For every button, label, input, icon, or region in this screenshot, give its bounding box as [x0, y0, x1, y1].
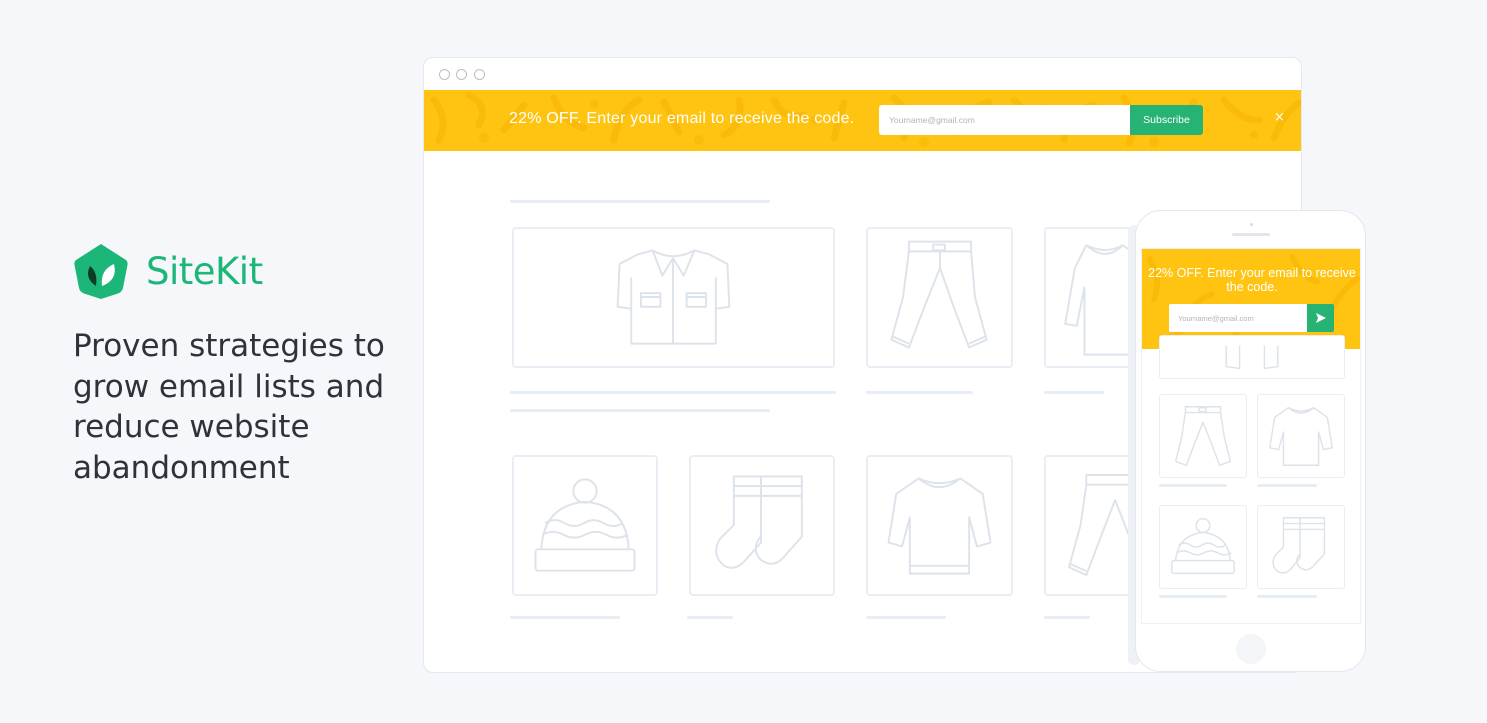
- mobile-promo-text: 22% OFF. Enter your email to receive the…: [1148, 266, 1356, 294]
- speaker-icon: [1232, 233, 1270, 236]
- product-card[interactable]: [689, 455, 835, 596]
- mobile-email-input[interactable]: [1169, 304, 1307, 332]
- pants-icon: [1225, 345, 1279, 370]
- product-card[interactable]: [512, 227, 835, 368]
- skeleton-line: [1257, 595, 1317, 598]
- skeleton-line: [510, 391, 836, 394]
- skeleton-line: [510, 616, 620, 619]
- skeleton-line: [866, 391, 973, 394]
- mobile-promo-banner: 22% OFF. Enter your email to receive the…: [1142, 249, 1360, 349]
- skeleton-heading: [510, 200, 770, 203]
- skeleton-line: [1159, 484, 1227, 487]
- skeleton-line: [1044, 616, 1090, 619]
- send-arrow-icon: [1316, 313, 1326, 323]
- mobile-phone-mockup: 22% OFF. Enter your email to receive the…: [1135, 210, 1366, 672]
- socks-icon: [1272, 516, 1326, 574]
- jacket-icon: [616, 249, 731, 345]
- close-icon[interactable]: ×: [1274, 110, 1285, 125]
- product-card[interactable]: [512, 455, 658, 596]
- camera-icon: [1250, 223, 1253, 226]
- pants-icon: [1174, 405, 1232, 467]
- window-dot-icon: [456, 69, 467, 80]
- browser-titlebar: [424, 58, 1301, 90]
- mobile-product-card[interactable]: [1257, 505, 1345, 589]
- sweater-icon: [1269, 406, 1333, 467]
- brand-name: SiteKit: [146, 249, 263, 293]
- socks-icon: [715, 475, 803, 569]
- skeleton-line: [1257, 484, 1317, 487]
- promo-banner: 22% OFF. Enter your email to receive the…: [424, 90, 1301, 151]
- product-card[interactable]: [866, 227, 1013, 368]
- skeleton-line: [1159, 595, 1227, 598]
- mobile-product-card[interactable]: [1159, 505, 1247, 589]
- phone-screen: 22% OFF. Enter your email to receive the…: [1141, 248, 1361, 624]
- window-dot-icon: [474, 69, 485, 80]
- brand: SiteKit: [72, 242, 263, 300]
- tagline: Proven strategies to grow email lists an…: [73, 328, 385, 486]
- beanie-icon: [1171, 517, 1235, 575]
- pants-icon: [890, 240, 988, 349]
- mobile-product-card[interactable]: [1257, 394, 1345, 478]
- skeleton-line: [687, 616, 733, 619]
- email-input[interactable]: [879, 105, 1131, 135]
- window-dot-icon: [439, 69, 450, 80]
- beanie-icon: [534, 478, 636, 572]
- send-button[interactable]: [1307, 304, 1334, 332]
- promo-text: 22% OFF. Enter your email to receive the…: [509, 110, 855, 127]
- skeleton-line: [866, 616, 946, 619]
- home-button-icon[interactable]: [1236, 634, 1266, 664]
- skeleton-line: [1044, 391, 1104, 394]
- mobile-product-card[interactable]: [1159, 335, 1345, 379]
- sweater-icon: [887, 477, 992, 575]
- subscribe-button[interactable]: Subscribe: [1130, 105, 1203, 135]
- leaf-shield-icon: [74, 244, 128, 299]
- skeleton-heading: [510, 409, 770, 412]
- mobile-product-card[interactable]: [1159, 394, 1247, 478]
- product-card[interactable]: [866, 455, 1013, 596]
- banner-pattern-icon: [1147, 254, 1360, 344]
